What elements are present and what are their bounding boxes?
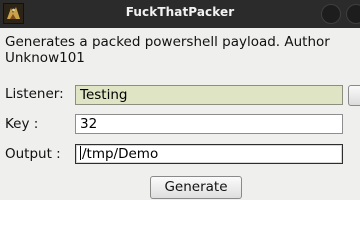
window-title: FuckThatPacker [125,5,235,19]
key-field[interactable]: 32 [75,114,343,134]
generate-button[interactable]: Generate [150,176,242,199]
listener-field[interactable]: Testing [75,85,343,105]
listener-label: Listener: [5,86,64,102]
key-label: Key : [5,116,39,132]
close-button[interactable] [346,4,360,24]
app-window: FuckThatPacker Generates a packed powers… [0,0,360,200]
output-field[interactable]: /tmp/Demo [75,144,343,164]
dialog-content: Generates a packed powershell payload. A… [0,28,360,200]
key-value: 32 [80,116,98,132]
description-text: Generates a packed powershell payload. A… [5,34,330,66]
title-bar[interactable]: FuckThatPacker [0,0,360,28]
listener-value: Testing [80,87,128,103]
output-value: /tmp/Demo [82,146,159,162]
output-label: Output : [5,146,61,162]
minimize-button[interactable] [321,4,341,24]
text-caret [80,146,81,160]
listener-side-button[interactable] [348,85,360,106]
